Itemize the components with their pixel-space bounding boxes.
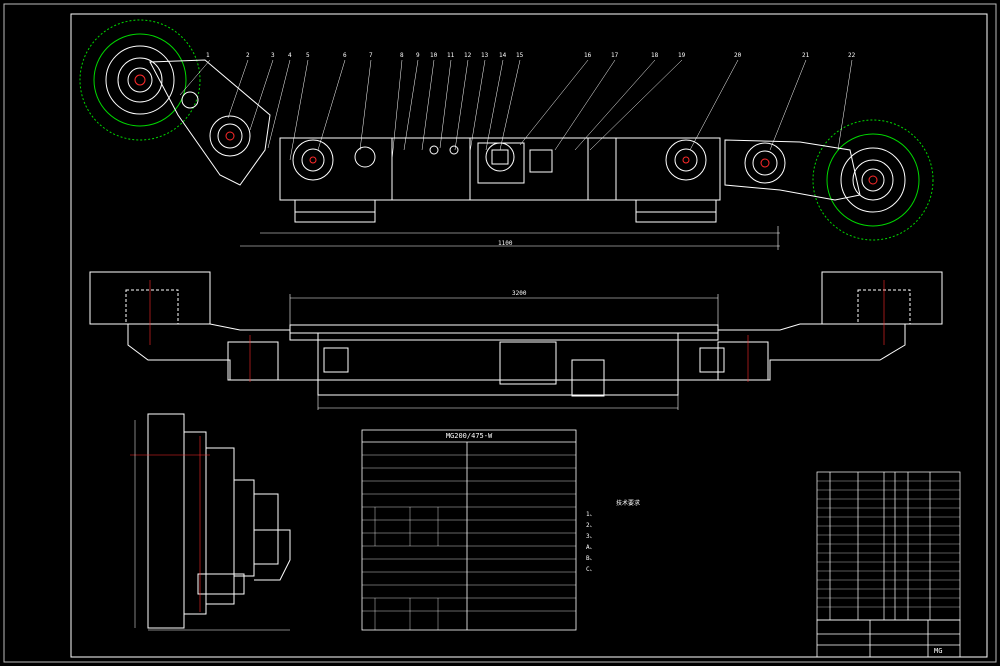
balloon-20: 20	[734, 52, 742, 59]
balloon-12: 12	[464, 52, 472, 59]
note-1: 1、	[586, 511, 596, 518]
left-shoe	[294, 199, 376, 223]
balloon-2: 2	[246, 52, 250, 59]
balloon-1: 1	[206, 52, 210, 59]
left-haulage-sprocket	[292, 139, 334, 181]
note-3: 3、	[586, 533, 596, 540]
balloon-19: 19	[678, 52, 686, 59]
right-haulage-sprocket	[665, 139, 707, 181]
plan-body-outline	[127, 323, 906, 381]
balloon-14: 14	[499, 52, 507, 59]
right-shoe	[635, 199, 717, 223]
balloon-6: 6	[343, 52, 347, 59]
inner-frame	[70, 13, 988, 658]
balloon-17: 17	[611, 52, 619, 59]
end-view	[130, 413, 291, 631]
note-2: 2、	[586, 522, 596, 529]
right-cutter-drum	[812, 119, 934, 241]
dimension-plan-length: 3200	[512, 290, 527, 297]
spec-table-title: MG200/475-W	[445, 432, 493, 440]
notes-heading: 技术要求	[616, 500, 641, 507]
balloon-16: 16	[584, 52, 592, 59]
balloon-22: 22	[848, 52, 856, 59]
spec-table	[361, 429, 577, 631]
drawing-sheet	[3, 3, 997, 663]
left-ranging-arm	[149, 59, 271, 186]
balloon-4: 4	[288, 52, 292, 59]
parts-list	[816, 471, 961, 621]
balloon-15: 15	[516, 52, 524, 59]
balloon-10: 10	[430, 52, 438, 59]
left-cutter-drum	[79, 19, 201, 141]
balloon-5: 5	[306, 52, 310, 59]
balloon-11: 11	[447, 52, 455, 59]
balloon-7: 7	[369, 52, 373, 59]
title-block-code: MG	[934, 647, 943, 655]
machine-body	[279, 137, 721, 201]
balloon-18: 18	[651, 52, 659, 59]
right-ranging-arm	[724, 139, 861, 201]
note-b: B、	[586, 555, 596, 562]
balloon-21: 21	[802, 52, 810, 59]
note-c: C、	[586, 566, 596, 573]
technical-notes: 技术要求 1、 2、 3、 A、 B、 C、	[586, 498, 818, 575]
balloon-13: 13	[481, 52, 489, 59]
dimension-side-length: 1100	[498, 240, 513, 247]
balloon-3: 3	[271, 52, 275, 59]
note-a: A、	[586, 544, 596, 551]
right-drum-plan	[821, 271, 943, 325]
balloon-8: 8	[400, 52, 404, 59]
balloon-9: 9	[416, 52, 420, 59]
